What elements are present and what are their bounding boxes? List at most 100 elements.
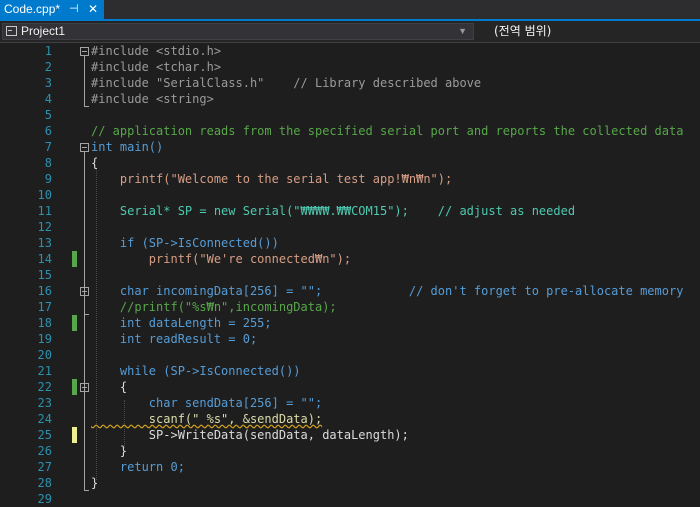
- code-text: //printf("%s₩n",incomingData);: [91, 300, 337, 314]
- line-number: 24: [37, 412, 52, 426]
- line-number: 5: [44, 108, 52, 122]
- line-number: 26: [37, 444, 52, 458]
- code-line: 1 #include <stdio.h>: [0, 43, 700, 59]
- code-line: 8 {: [0, 155, 700, 171]
- code-line: 6 // application reads from the specifie…: [0, 123, 700, 139]
- line-number: 6: [44, 124, 52, 138]
- line-number: 20: [37, 348, 52, 362]
- tab-code-cpp[interactable]: Code.cpp* ⊣ ✕: [0, 0, 104, 19]
- code-line: 4 #include <string>: [0, 91, 700, 107]
- line-number: 3: [44, 76, 52, 90]
- line-number: 29: [37, 492, 52, 506]
- line-number: 21: [37, 364, 52, 378]
- code-text: Serial* SP = new Serial("₩₩₩₩.₩₩COM15");…: [91, 204, 576, 218]
- code-text: printf("We're connected₩n");: [91, 252, 352, 266]
- code-line: 10: [0, 187, 700, 203]
- line-number: 11: [37, 204, 52, 218]
- code-text: while (SP->IsConnected()): [91, 364, 301, 378]
- pin-icon[interactable]: ⊣: [69, 0, 79, 19]
- code-text: {: [91, 380, 128, 394]
- line-number: 23: [37, 396, 52, 410]
- code-line: 9 printf("Welcome to the serial test app…: [0, 171, 700, 187]
- change-marker-saved: [72, 379, 77, 395]
- code-line: 20: [0, 347, 700, 363]
- chevron-down-icon: ▼: [458, 26, 467, 36]
- code-text: #include <tchar.h>: [91, 60, 222, 74]
- code-text: char sendData[256] = "";: [91, 396, 323, 410]
- line-number: 7: [44, 140, 52, 154]
- line-number: 17: [37, 300, 52, 314]
- code-text: scanf(" %s", &sendData);: [91, 412, 323, 426]
- code-line: 13 if (SP->IsConnected()): [0, 235, 700, 251]
- line-number: 13: [37, 236, 52, 250]
- code-text: #include "SerialClass.h" // Library desc…: [91, 76, 482, 90]
- code-text: {: [91, 156, 99, 170]
- line-number: 12: [37, 220, 52, 234]
- line-number: 25: [37, 428, 52, 442]
- code-line: 23 char sendData[256] = "";: [0, 395, 700, 411]
- code-text: if (SP->IsConnected()): [91, 236, 279, 250]
- code-line: 12: [0, 219, 700, 235]
- code-text: SP->WriteData(sendData, dataLength);: [91, 428, 409, 442]
- line-number: 22: [37, 380, 52, 394]
- line-number: 16: [37, 284, 52, 298]
- tab-title: Code.cpp*: [4, 2, 61, 16]
- scope-dropdown[interactable]: (전역 범위): [484, 23, 700, 40]
- code-line: 7 int main(): [0, 139, 700, 155]
- code-line: 21 while (SP->IsConnected()): [0, 363, 700, 379]
- code-line: 19 int readResult = 0;: [0, 331, 700, 347]
- change-marker-saved: [72, 251, 77, 267]
- code-editor[interactable]: 1 #include <stdio.h> 2 #include <tchar.h…: [0, 43, 700, 506]
- code-text: printf("Welcome to the serial test app!₩…: [91, 172, 453, 186]
- code-line: 11 Serial* SP = new Serial("₩₩₩₩.₩₩COM15…: [0, 203, 700, 219]
- code-text: // application reads from the specified …: [91, 124, 684, 138]
- line-number: 9: [44, 172, 52, 186]
- code-line: 26 }: [0, 443, 700, 459]
- collapse-icon[interactable]: [80, 383, 89, 392]
- line-number: 27: [37, 460, 52, 474]
- code-text: int main(): [91, 140, 164, 154]
- code-text: int dataLength = 255;: [91, 316, 272, 330]
- code-line: 16 char incomingData[256] = ""; // don't…: [0, 283, 700, 299]
- code-text: }: [91, 476, 99, 490]
- code-line: 29: [0, 491, 700, 507]
- document-tab-bar: Code.cpp* ⊣ ✕: [0, 0, 700, 21]
- line-number: 28: [37, 476, 52, 490]
- collapse-icon[interactable]: [80, 287, 89, 296]
- line-number: 15: [37, 268, 52, 282]
- collapse-icon[interactable]: [80, 143, 89, 152]
- collapse-icon[interactable]: [80, 47, 89, 56]
- code-text: return 0;: [91, 460, 185, 474]
- line-number: 14: [37, 252, 52, 266]
- code-text: char incomingData[256] = ""; // don't fo…: [91, 284, 684, 298]
- project-icon: [6, 26, 17, 36]
- code-line: 3 #include "SerialClass.h" // Library de…: [0, 75, 700, 91]
- code-text: #include <stdio.h>: [91, 44, 222, 58]
- code-line: 15: [0, 267, 700, 283]
- code-line: 25 SP->WriteData(sendData, dataLength);: [0, 427, 700, 443]
- code-line: 5: [0, 107, 700, 123]
- code-line: 17 //printf("%s₩n",incomingData);: [0, 299, 700, 315]
- code-line: 27 return 0;: [0, 459, 700, 475]
- line-number: 4: [44, 92, 52, 106]
- line-number: 18: [37, 316, 52, 330]
- project-dropdown[interactable]: Project1 ▼: [2, 23, 474, 40]
- navigation-bar: Project1 ▼ (전역 범위): [0, 21, 700, 43]
- line-number: 2: [44, 60, 52, 74]
- code-line: 2 #include <tchar.h>: [0, 59, 700, 75]
- line-number: 1: [44, 44, 52, 58]
- code-line: 28 }: [0, 475, 700, 491]
- code-line: 24 scanf(" %s", &sendData);: [0, 411, 700, 427]
- code-text: #include <string>: [91, 92, 214, 106]
- change-marker-unsaved: [72, 427, 77, 443]
- change-marker-saved: [72, 315, 77, 331]
- code-line: 18 int dataLength = 255;: [0, 315, 700, 331]
- code-text: int readResult = 0;: [91, 332, 258, 346]
- line-number: 19: [37, 332, 52, 346]
- code-line: 14 printf("We're connected₩n");: [0, 251, 700, 267]
- code-text: }: [91, 444, 128, 458]
- line-number: 10: [37, 188, 52, 202]
- code-line: 22 {: [0, 379, 700, 395]
- close-icon[interactable]: ✕: [88, 0, 98, 19]
- project-name: Project1: [21, 24, 66, 38]
